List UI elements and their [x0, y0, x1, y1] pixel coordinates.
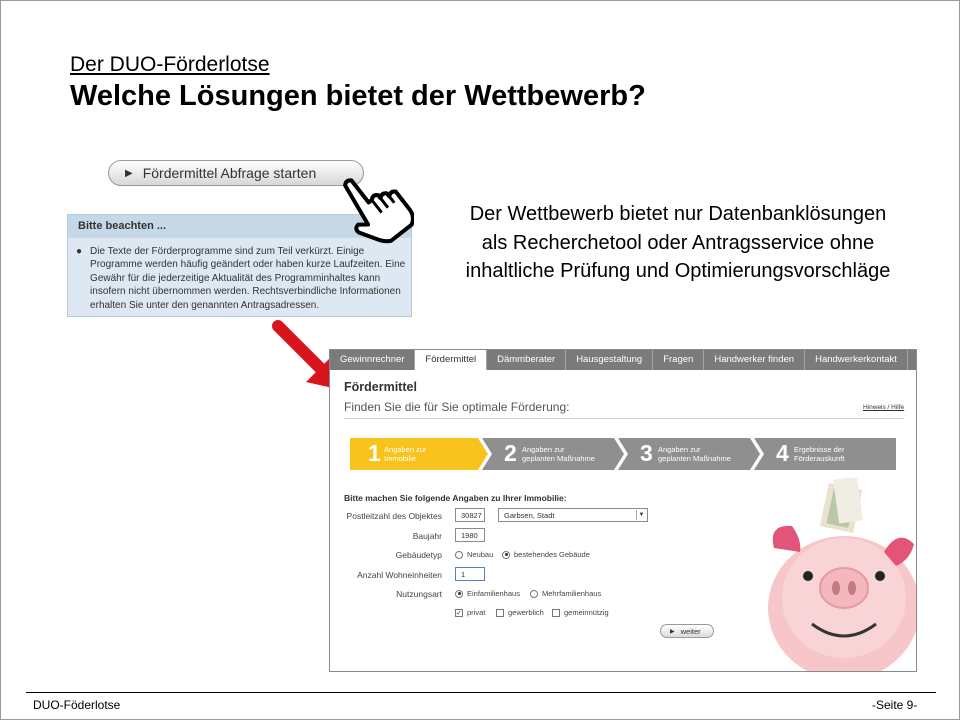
step-label-line: Ergebnisse der — [794, 445, 845, 454]
tab-hausgestaltung[interactable]: Hausgestaltung — [566, 350, 654, 370]
app-heading: Fördermittel — [344, 380, 417, 394]
radio-button[interactable] — [455, 550, 463, 559]
form-title: Bitte machen Sie folgende Angaben zu Ihr… — [344, 493, 567, 503]
step-progress: 1 Angaben zur Immobilie 2 Angaben zur gepl… — [350, 438, 898, 470]
option-label: Neubau — [467, 550, 494, 559]
step-label-line: Angaben zur — [384, 445, 427, 454]
play-triangle-icon: ▶ — [125, 167, 133, 179]
bullet-icon: ● — [76, 246, 83, 257]
footer-label: DUO-Föderlotse — [33, 698, 121, 712]
nutzungsart-option-mehrfamilienhaus[interactable]: Mehrfamilienhaus — [530, 589, 601, 598]
check-privat[interactable]: ✓ privat — [455, 608, 485, 617]
start-button-label: Fördermittel Abfrage starten — [142, 165, 317, 181]
lead-line: Der Wettbewerb bietet nur Datenbanklösun… — [469, 203, 887, 225]
plz-input[interactable]: 30827 — [455, 508, 485, 522]
gebaeudetyp-option-bestehend[interactable]: bestehendes Gebäude — [502, 550, 590, 559]
step-label: Angaben zur geplanten Maßnahme — [658, 445, 731, 463]
tab-handwerker-finden[interactable]: Handwerker finden — [704, 350, 806, 370]
foerdermittel-app-screenshot: Gewinnrechner Fördermittel Dämmberater H… — [329, 349, 917, 672]
wohneinheiten-label: Anzahl Wohneinheiten — [357, 570, 442, 580]
radio-button[interactable] — [502, 550, 510, 559]
step-4: 4 Ergebnisse der Förderauskunft — [758, 438, 898, 470]
baujahr-label: Baujahr — [412, 531, 442, 541]
tab-foerdermittel[interactable]: Fördermittel — [415, 350, 488, 370]
notice-line: erhalten Sie unter den genannten Antrags… — [90, 299, 320, 311]
radio-button[interactable] — [455, 589, 463, 598]
page-number: -Seite 9- — [872, 698, 918, 712]
slide-title: Welche Lösungen bietet der Wettbewerb? — [70, 80, 646, 112]
app-subheading: Finden Sie die für Sie optimale Förderun… — [344, 400, 570, 414]
step-number: 2 — [504, 440, 517, 466]
notice-text: Die Texte der Förderprogramme sind zum T… — [90, 245, 405, 312]
step-label: Angaben zur geplanten Maßnahme — [522, 445, 595, 463]
tab-handwerkerkontakt[interactable]: Handwerkerkontakt — [805, 350, 908, 370]
step-label-line: geplanten Maßnahme — [522, 454, 595, 463]
step-number: 3 — [640, 440, 653, 466]
weiter-button[interactable]: ▶ weiter — [660, 624, 714, 638]
step-number: 1 — [368, 440, 381, 466]
checkbox[interactable] — [552, 608, 560, 617]
radio-button[interactable] — [530, 589, 538, 598]
step-1: 1 Angaben zur Immobilie — [350, 438, 486, 470]
divider — [344, 418, 904, 419]
gebaeudetyp-label: Gebäudetyp — [395, 550, 442, 560]
tab-gewinnrechner[interactable]: Gewinnrechner — [330, 350, 416, 370]
chevron-down-icon: ▼ — [636, 510, 646, 520]
step-label-line: geplanten Maßnahme — [658, 454, 731, 463]
wohneinheiten-input[interactable]: 1 — [455, 567, 485, 581]
notice-line: Programme werden häufig geändert oder ha… — [90, 259, 406, 271]
check-gemeinnuetzig[interactable]: gemeinnützig — [552, 608, 609, 617]
lead-line: als Recherchetool oder Antragsservice oh… — [481, 231, 875, 254]
notice-line: insofern nicht übernommen werden. Rechts… — [90, 286, 401, 298]
step-label-line: Förderauskunft — [794, 454, 845, 463]
checkbox-label: gewerblich — [508, 608, 544, 617]
tab-bar: Gewinnrechner Fördermittel Dämmberater H… — [330, 350, 916, 370]
piggy-bank-image — [768, 478, 916, 671]
step-3: 3 Angaben zur geplanten Maßnahme — [622, 438, 758, 470]
hint-help-link[interactable]: Hinweis / Hilfe — [863, 404, 904, 411]
foerdermittel-abfrage-button[interactable]: ▶ Fördermittel Abfrage starten — [108, 160, 364, 186]
option-label: Einfamilienhaus — [467, 589, 520, 598]
notice-line: Gewähr für die jederzeitige Aktualität d… — [90, 272, 381, 284]
pointing-hand-cursor-icon — [343, 178, 414, 244]
step-label: Angaben zur Immobilie — [384, 445, 427, 463]
gebaeudetyp-option-neubau[interactable]: Neubau — [455, 550, 493, 559]
checkbox-label: gemeinnützig — [564, 608, 609, 617]
plz-label: Postleitzahl des Objektes — [346, 511, 442, 521]
step-label-line: Angaben zur — [658, 445, 701, 454]
city-select[interactable]: Garbsen, Stadt ▼ — [498, 508, 648, 522]
checkbox[interactable] — [496, 608, 504, 617]
lead-statement: Der Wettbewerb bietet nur Datenbanklösun… — [418, 200, 938, 286]
nutzungsart-option-einfamilienhaus[interactable]: Einfamilienhaus — [455, 589, 520, 598]
slide-kicker: Der DUO-Förderlotse — [70, 53, 270, 76]
weiter-label: weiter — [680, 626, 701, 636]
close-icon[interactable]: X — [908, 350, 916, 370]
checkbox[interactable]: ✓ — [455, 608, 463, 617]
step-2: 2 Angaben zur geplanten Maßnahme — [486, 438, 622, 470]
city-select-value: Garbsen, Stadt — [504, 511, 555, 520]
check-gewerblich[interactable]: gewerblich — [496, 608, 544, 617]
nutzungsart-label: Nutzungsart — [396, 589, 442, 599]
baujahr-input[interactable]: 1980 — [455, 528, 485, 542]
step-label: Ergebnisse der Förderauskunft — [794, 445, 844, 463]
footer-divider — [26, 692, 936, 693]
option-label: bestehendes Gebäude — [514, 550, 590, 559]
tab-daemmberater[interactable]: Dämmberater — [487, 350, 567, 370]
option-label: Mehrfamilienhaus — [542, 589, 602, 598]
play-triangle-icon: ▶ — [670, 628, 675, 635]
step-label-line: Immobilie — [384, 454, 417, 463]
checkbox-label: privat — [467, 608, 486, 617]
step-number: 4 — [776, 440, 789, 466]
lead-line: inhaltliche Prüfung und Optimierungsvors… — [465, 260, 891, 282]
tab-fragen[interactable]: Fragen — [653, 350, 705, 370]
step-label-line: Angaben zur — [522, 445, 565, 454]
